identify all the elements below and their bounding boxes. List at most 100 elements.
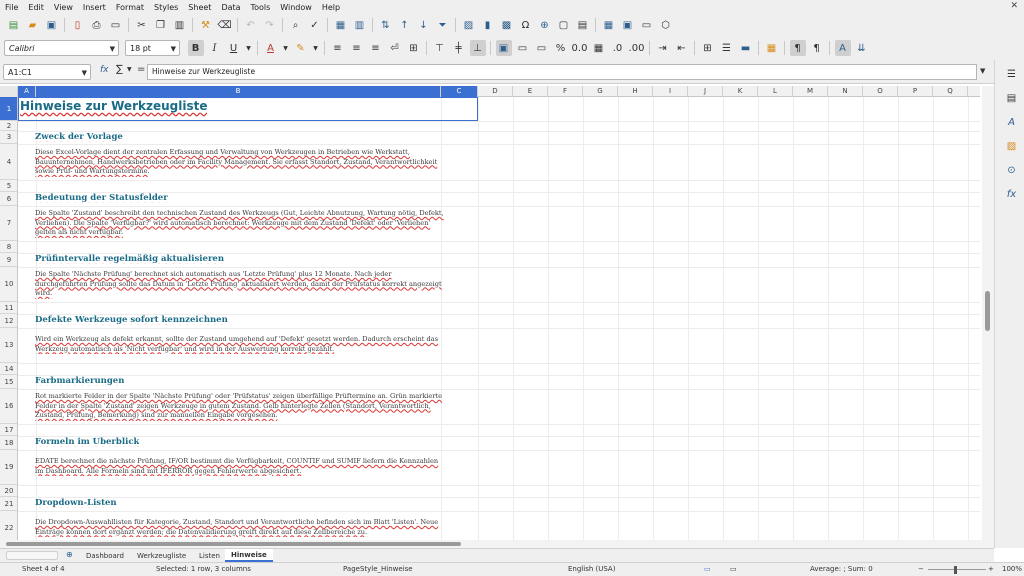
insert-chart-icon[interactable]: ▮ [480, 17, 496, 33]
autofilter-icon[interactable]: ⏷ [435, 17, 451, 33]
column-header-j[interactable]: J [688, 86, 723, 97]
row-header[interactable]: 13 [0, 328, 17, 363]
cell-grid[interactable]: Hinweise zur Werkzeugliste Zweck der Vor… [18, 97, 980, 540]
name-box[interactable]: A1:C1 ▼ [3, 64, 91, 80]
column-header-m[interactable]: M [793, 86, 828, 97]
date-format-icon[interactable]: ▦ [591, 40, 607, 56]
menu-data[interactable]: Data [216, 3, 245, 12]
stacked-text-icon[interactable]: ⇊ [854, 40, 870, 56]
pivot-table-icon[interactable]: ▩ [499, 17, 515, 33]
menu-help[interactable]: Help [317, 3, 345, 12]
cut-icon[interactable]: ✂ [134, 17, 150, 33]
sort-ascending-icon[interactable]: ↑ [397, 17, 413, 33]
row-header[interactable]: 9 [0, 253, 17, 267]
bold-icon[interactable]: B [187, 40, 204, 56]
horizontal-scrollbar[interactable] [0, 540, 994, 548]
formula-icon[interactable]: = [137, 64, 145, 75]
row-header[interactable]: 16 [0, 389, 17, 424]
section-heading[interactable]: Formeln im Überblick [35, 437, 139, 447]
font-color-icon[interactable]: A [263, 40, 279, 56]
tab-listen[interactable]: Listen [193, 549, 226, 562]
section-heading[interactable]: Farbmarkierungen [35, 376, 124, 386]
new-document-icon[interactable]: ▤ [6, 17, 22, 33]
highlight-color-icon[interactable]: ✎ [293, 40, 309, 56]
column-header-e[interactable]: E [513, 86, 548, 97]
increase-indent-icon[interactable]: ⇥ [655, 40, 671, 56]
column-header-b[interactable]: B [36, 86, 441, 97]
decrease-indent-icon[interactable]: ⇤ [674, 40, 690, 56]
add-sheet-icon[interactable]: ⊕ [66, 550, 73, 559]
tab-hinweise[interactable]: Hinweise [225, 549, 273, 562]
font-name-box[interactable]: Calibri ▼ [4, 40, 119, 56]
row-header[interactable]: 8 [0, 241, 17, 253]
column-header-g[interactable]: G [583, 86, 618, 97]
row-icon[interactable]: ▦ [333, 17, 349, 33]
undo-icon[interactable]: ↶ [243, 17, 259, 33]
row-header[interactable]: 17 [0, 424, 17, 436]
sort-icon[interactable]: ⇅ [378, 17, 394, 33]
row-header[interactable]: 4 [0, 144, 17, 180]
menu-styles[interactable]: Styles [149, 3, 183, 12]
row-header[interactable]: 10 [0, 267, 17, 302]
section-text[interactable]: EDATE berechnet die nächste Prüfung, IF/… [35, 457, 445, 476]
menu-sheet[interactable]: Sheet [183, 3, 216, 12]
merge-cells-icon[interactable]: ▣ [495, 40, 512, 56]
merge-center-icon[interactable]: ⊞ [406, 40, 422, 56]
borders-icon[interactable]: ⊞ [700, 40, 716, 56]
align-center-icon[interactable]: ≡ [349, 40, 365, 56]
comment-icon[interactable]: ▢ [556, 17, 572, 33]
zoom-in-icon[interactable]: + [988, 565, 994, 573]
tab-werkzeugliste[interactable]: Werkzeugliste [131, 549, 192, 562]
column-header-f[interactable]: F [548, 86, 583, 97]
sidebar-menu-icon[interactable]: ☰ [1004, 66, 1020, 82]
digital-signature-icon[interactable]: ▭ [730, 565, 737, 573]
currency-icon[interactable]: ▭ [534, 40, 550, 56]
section-text[interactable]: Diese Excel-Vorlage dient der zentralen … [35, 148, 445, 177]
column-header-l[interactable]: L [758, 86, 793, 97]
unmerge-cells-icon[interactable]: ▭ [515, 40, 531, 56]
font-size-box[interactable]: 18 pt ▼ [125, 40, 180, 56]
column-header-d[interactable]: D [478, 86, 513, 97]
menu-window[interactable]: Window [275, 3, 317, 12]
row-header[interactable]: 5 [0, 180, 17, 192]
row-header[interactable]: 7 [0, 206, 17, 241]
row-header[interactable]: 1 [0, 97, 17, 121]
section-heading[interactable]: Dropdown-Listen [35, 498, 117, 508]
print-preview-icon[interactable]: ▭ [108, 17, 124, 33]
show-draw-functions-icon[interactable]: ⬡ [658, 17, 674, 33]
copy-icon[interactable]: ❐ [153, 17, 169, 33]
row-header[interactable]: 18 [0, 436, 17, 450]
text-direction-ltr-icon[interactable]: ¶ [789, 40, 806, 56]
sum-icon[interactable]: ∑ [116, 64, 123, 75]
gallery-icon[interactable]: ▨ [1004, 138, 1020, 154]
properties-icon[interactable]: ▤ [1004, 90, 1020, 106]
menu-tools[interactable]: Tools [246, 3, 276, 12]
menu-format[interactable]: Format [111, 3, 149, 12]
wrap-text-icon[interactable]: ⏎ [387, 40, 403, 56]
column-header-p[interactable]: P [898, 86, 933, 97]
align-bottom-icon[interactable]: ⊥ [469, 40, 486, 56]
spelling-icon[interactable]: ✓ [307, 17, 323, 33]
sum-readout[interactable]: Average: ; Sum: 0 [810, 565, 873, 573]
column-header-k[interactable]: K [723, 86, 758, 97]
row-header[interactable]: 21 [0, 497, 17, 511]
align-top-icon[interactable]: ⊤ [432, 40, 448, 56]
row-header[interactable]: 14 [0, 363, 17, 375]
row-header[interactable]: 6 [0, 192, 17, 206]
row-header[interactable]: 2 [0, 121, 17, 131]
conditional-format-icon[interactable]: ▦ [764, 40, 780, 56]
section-heading[interactable]: Defekte Werkzeuge sofort kennzeichnen [35, 315, 228, 325]
clear-formatting-icon[interactable]: ⌫ [217, 17, 233, 33]
font-color-dropdown-icon[interactable]: ▼ [282, 40, 290, 56]
tab-dashboard[interactable]: Dashboard [80, 549, 130, 562]
column-header-a[interactable]: A [18, 86, 36, 97]
column-header-o[interactable]: O [863, 86, 898, 97]
underline-dropdown-icon[interactable]: ▼ [245, 40, 253, 56]
border-style-icon[interactable]: ☰ [719, 40, 735, 56]
sort-descending-icon[interactable]: ↓ [416, 17, 432, 33]
language[interactable]: English (USA) [568, 565, 615, 573]
italic-icon[interactable]: I [207, 40, 223, 56]
delete-decimal-icon[interactable]: .00 [629, 40, 645, 56]
select-all-corner[interactable] [0, 86, 18, 97]
tab-scroll-buttons[interactable] [6, 551, 58, 560]
